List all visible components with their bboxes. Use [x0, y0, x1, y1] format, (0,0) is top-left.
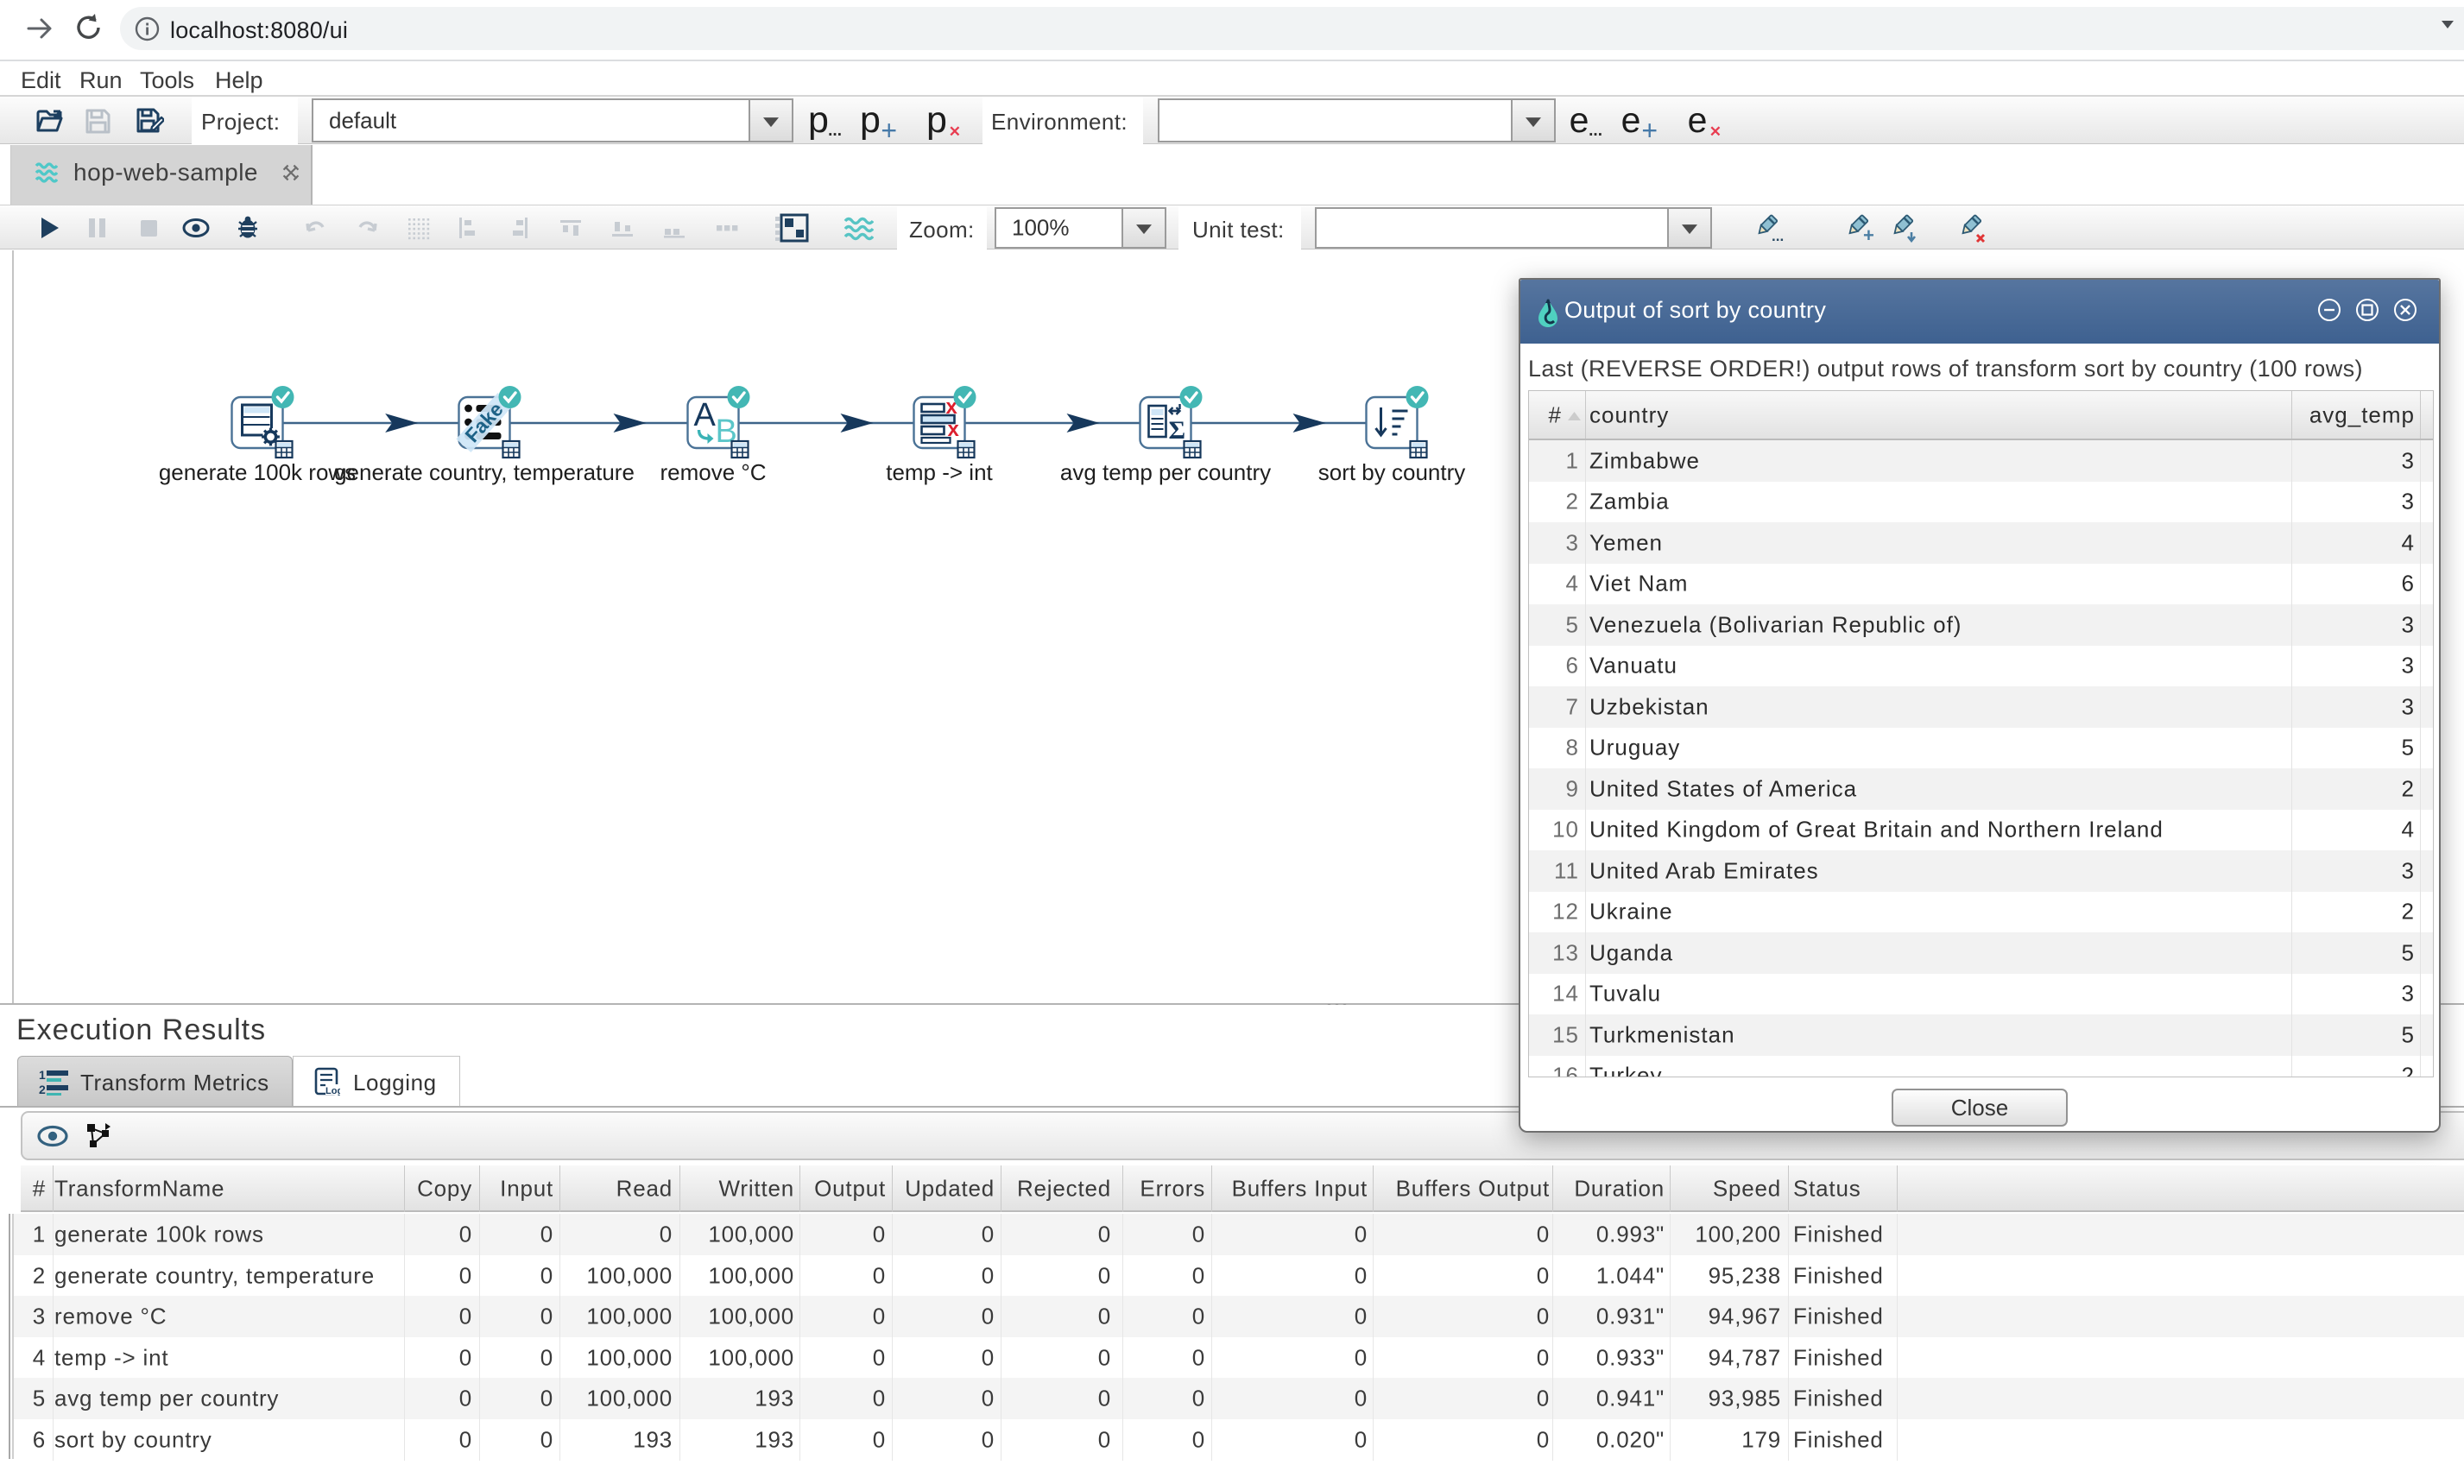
svg-text:+: +	[1863, 224, 1874, 246]
svg-text:2: 2	[39, 1083, 46, 1096]
svg-text:1: 1	[39, 1068, 46, 1082]
svg-text:Log: Log	[325, 1086, 340, 1096]
svg-text:...: ...	[1772, 228, 1784, 244]
svg-text:Σ: Σ	[1169, 416, 1186, 445]
svg-text:A: A	[694, 397, 717, 433]
svg-text:x: x	[948, 418, 960, 441]
